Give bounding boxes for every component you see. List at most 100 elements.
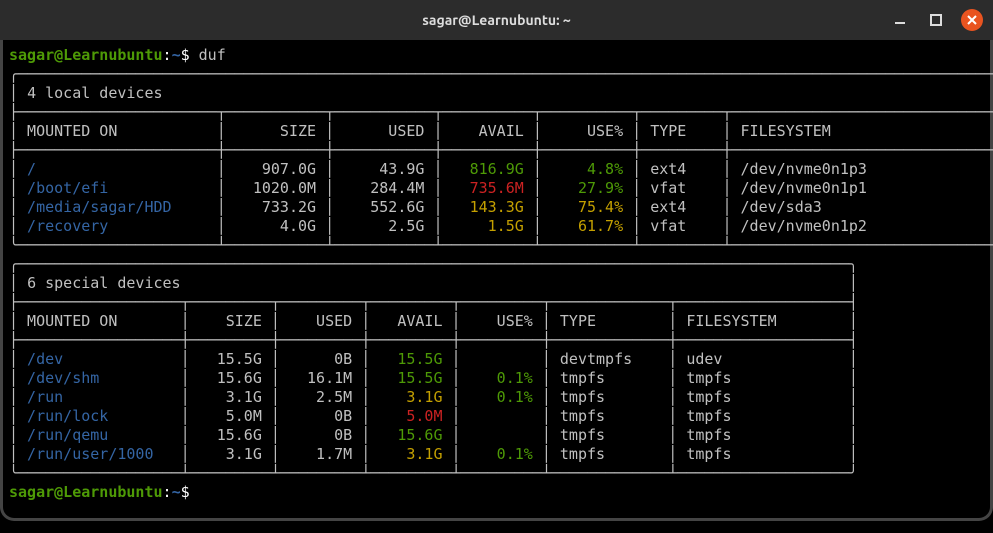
size-cell: 15.6G <box>190 426 271 444</box>
mount-cell: /dev <box>18 350 181 368</box>
use-cell: 75.4% <box>542 198 632 216</box>
type-cell: vfat <box>641 179 722 197</box>
type-cell: ext4 <box>641 160 722 178</box>
used-cell: 43.9G <box>334 160 433 178</box>
avail-cell: 15.5G <box>370 369 451 387</box>
size-cell: 15.6G <box>190 369 271 387</box>
column-header: FILESYSTEM <box>677 312 849 330</box>
type-cell: vfat <box>641 217 722 235</box>
fs-cell: /dev/nvme0n1p3 <box>732 160 993 178</box>
minimize-button[interactable] <box>889 9 911 31</box>
use-cell: 0.1% <box>461 445 542 463</box>
type-cell: ext4 <box>641 198 722 216</box>
size-cell: 3.1G <box>190 445 271 463</box>
prompt-path: ~ <box>172 483 181 501</box>
fs-cell: /dev/nvme0n1p2 <box>732 217 993 235</box>
type-cell: tmpfs <box>551 369 668 387</box>
mount-cell: /boot/efi <box>18 179 217 197</box>
prompt-sep: : <box>163 46 172 64</box>
prompt-path: ~ <box>172 46 181 64</box>
column-header: TYPE <box>641 122 722 140</box>
column-header: SIZE <box>226 122 325 140</box>
maximize-button[interactable] <box>925 9 947 31</box>
size-cell: 1020.0M <box>226 179 325 197</box>
type-cell: tmpfs <box>551 388 668 406</box>
size-cell: 733.2G <box>226 198 325 216</box>
window-controls <box>889 9 983 31</box>
size-cell: 4.0G <box>226 217 325 235</box>
type-cell: devtmpfs <box>551 350 668 368</box>
close-button[interactable] <box>961 9 983 31</box>
type-cell: tmpfs <box>551 407 668 425</box>
avail-cell: 816.9G <box>443 160 533 178</box>
column-header: USE% <box>461 312 542 330</box>
column-header: FILESYSTEM <box>732 122 993 140</box>
table-title: 6 special devices <box>27 274 849 292</box>
use-cell: 4.8% <box>542 160 632 178</box>
fs-cell: /dev/nvme0n1p1 <box>732 179 993 197</box>
table-title: 4 local devices <box>27 84 993 102</box>
prompt-dollar: $ <box>181 46 199 64</box>
column-header: USED <box>334 122 433 140</box>
window-title: sagar@Learnubuntu: ~ <box>422 12 571 28</box>
used-cell: 284.4M <box>334 179 433 197</box>
mount-cell: /media/sagar/HDD <box>18 198 217 216</box>
column-header: TYPE <box>551 312 668 330</box>
fs-cell: tmpfs <box>677 445 849 463</box>
fs-cell: tmpfs <box>677 369 849 387</box>
type-cell: tmpfs <box>551 445 668 463</box>
column-header: AVAIL <box>443 122 533 140</box>
mount-cell: /run/user/1000 <box>18 445 181 463</box>
avail-cell: 3.1G <box>370 445 451 463</box>
column-header: USED <box>280 312 361 330</box>
used-cell: 0B <box>280 350 361 368</box>
used-cell: 2.5G <box>334 217 433 235</box>
fs-cell: tmpfs <box>677 426 849 444</box>
fs-cell: udev <box>677 350 849 368</box>
mount-cell: /run/qemu <box>18 426 181 444</box>
command-text: duf <box>199 46 226 64</box>
use-cell <box>461 426 542 444</box>
used-cell: 0B <box>280 426 361 444</box>
size-cell: 3.1G <box>190 388 271 406</box>
use-cell: 27.9% <box>542 179 632 197</box>
use-cell: 0.1% <box>461 388 542 406</box>
avail-cell: 735.6M <box>443 179 533 197</box>
avail-cell: 15.6G <box>370 426 451 444</box>
fs-cell: tmpfs <box>677 407 849 425</box>
prompt-sep: : <box>163 483 172 501</box>
size-cell: 5.0M <box>190 407 271 425</box>
prompt-user: sagar@Learnubuntu <box>9 46 163 64</box>
use-cell <box>461 350 542 368</box>
mount-cell: /dev/shm <box>18 369 181 387</box>
size-cell: 907.0G <box>226 160 325 178</box>
terminal-area[interactable]: sagar@Learnubuntu:~$ duf ╭──────────────… <box>0 40 993 521</box>
mount-cell: /run <box>18 388 181 406</box>
column-header: AVAIL <box>370 312 451 330</box>
fs-cell: /dev/sda3 <box>732 198 993 216</box>
mount-cell: /run/lock <box>18 407 181 425</box>
use-cell: 61.7% <box>542 217 632 235</box>
column-header: USE% <box>542 122 632 140</box>
used-cell: 1.7M <box>280 445 361 463</box>
titlebar: sagar@Learnubuntu: ~ <box>0 0 993 40</box>
used-cell: 0B <box>280 407 361 425</box>
avail-cell: 1.5G <box>443 217 533 235</box>
fs-cell: tmpfs <box>677 388 849 406</box>
size-cell: 15.5G <box>190 350 271 368</box>
column-header: MOUNTED ON <box>18 122 217 140</box>
prompt-dollar: $ <box>181 483 199 501</box>
used-cell: 2.5M <box>280 388 361 406</box>
used-cell: 16.1M <box>280 369 361 387</box>
used-cell: 552.6G <box>334 198 433 216</box>
type-cell: tmpfs <box>551 426 668 444</box>
mount-cell: / <box>18 160 217 178</box>
avail-cell: 15.5G <box>370 350 451 368</box>
prompt-user: sagar@Learnubuntu <box>9 483 163 501</box>
use-cell: 0.1% <box>461 369 542 387</box>
avail-cell: 5.0M <box>370 407 451 425</box>
avail-cell: 3.1G <box>370 388 451 406</box>
use-cell <box>461 407 542 425</box>
column-header: MOUNTED ON <box>18 312 181 330</box>
avail-cell: 143.3G <box>443 198 533 216</box>
